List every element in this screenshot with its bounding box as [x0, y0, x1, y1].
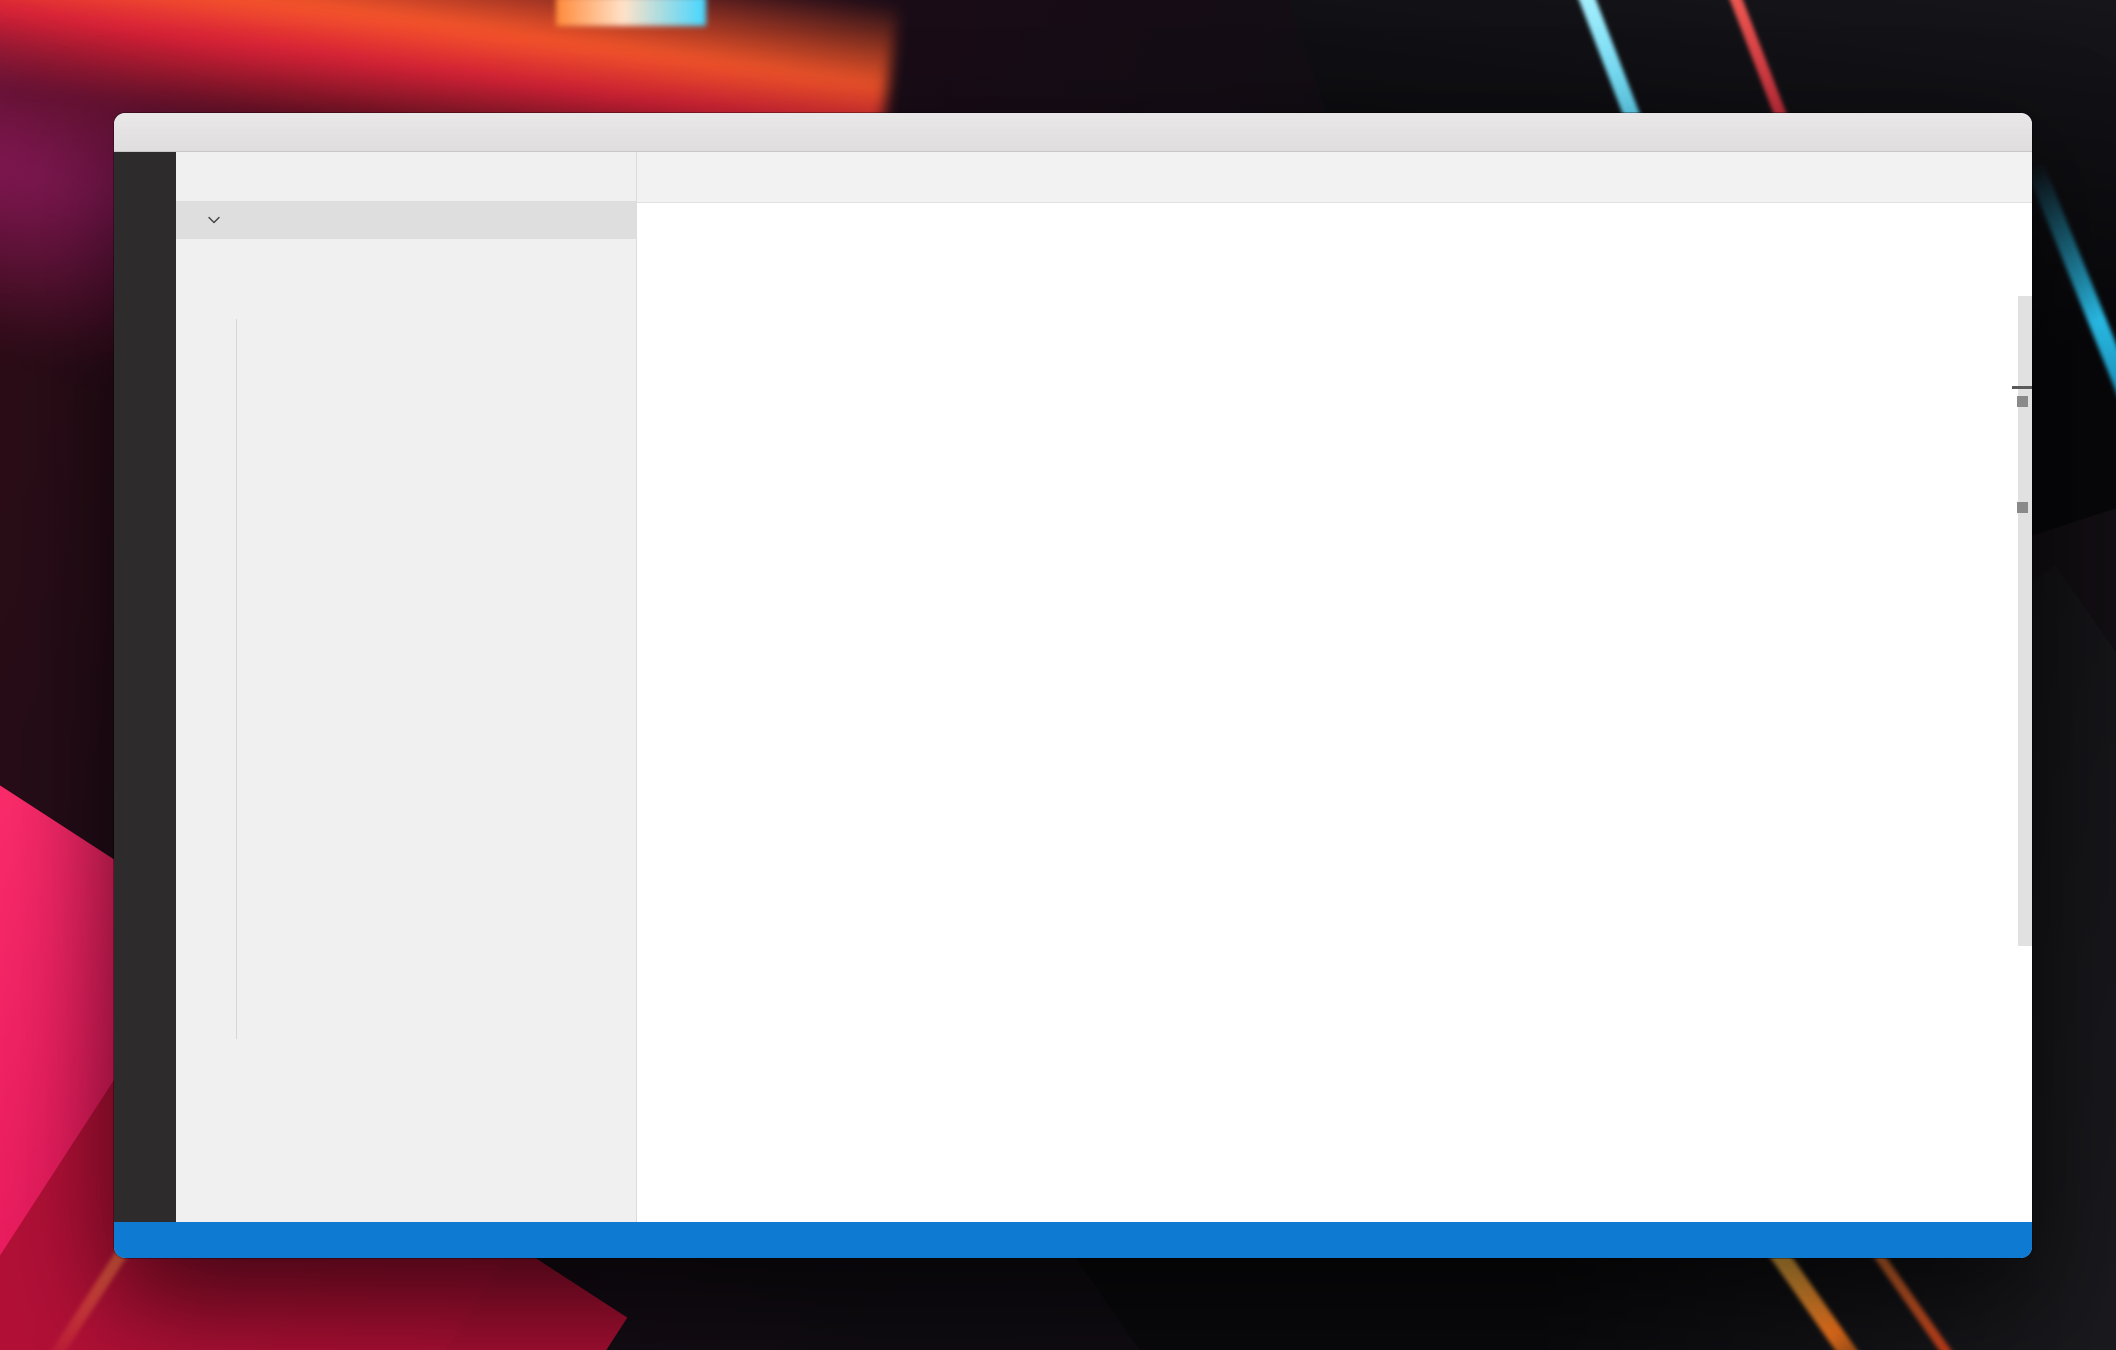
overview-ruler-mark	[2017, 396, 2028, 407]
window-title	[114, 113, 2032, 151]
breadcrumb	[637, 203, 2032, 236]
overview-ruler-mark	[2017, 502, 2028, 513]
editor-scrollbar[interactable]	[2018, 296, 2032, 946]
tab-bar	[637, 152, 2032, 203]
code-editor[interactable]	[637, 236, 2032, 1222]
titlebar[interactable]	[114, 113, 2032, 152]
workspace-section-header[interactable]	[176, 201, 636, 239]
editor-group	[637, 152, 2032, 1222]
overview-ruler-mark	[2012, 386, 2032, 389]
sidebar-header	[176, 152, 636, 201]
activity-bar	[114, 152, 176, 1222]
status-bar	[114, 1222, 2032, 1258]
tree-indent-guide	[236, 319, 237, 1039]
chevron-down-icon	[204, 210, 224, 230]
vscode-window	[114, 113, 2032, 1258]
explorer-sidebar	[176, 152, 637, 1222]
